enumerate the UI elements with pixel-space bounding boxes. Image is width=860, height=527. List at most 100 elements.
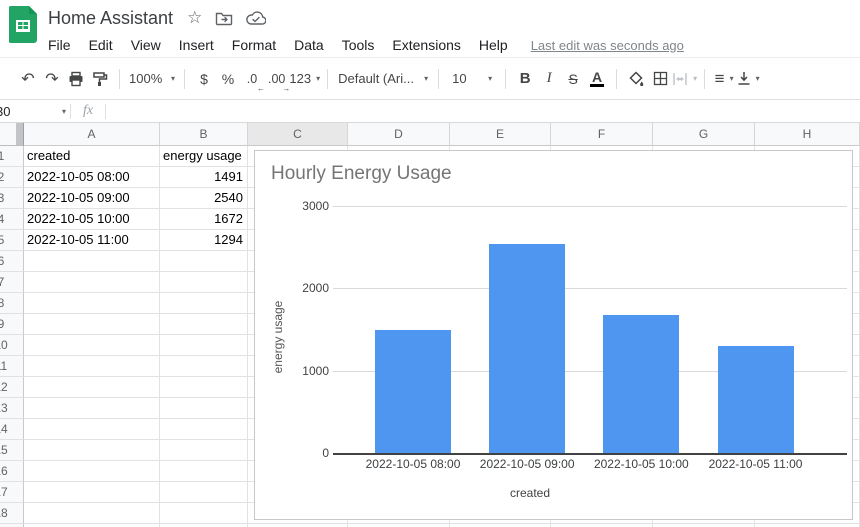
row-header-14[interactable]: 14 bbox=[0, 419, 24, 440]
cell-B12[interactable] bbox=[160, 377, 248, 398]
cell-A5[interactable]: 2022-10-05 11:00 bbox=[24, 230, 160, 251]
cell-A3[interactable]: 2022-10-05 09:00 bbox=[24, 188, 160, 209]
row-header-2[interactable]: 2 bbox=[0, 167, 24, 188]
cell-A15[interactable] bbox=[24, 440, 160, 461]
row-header-12[interactable]: 12 bbox=[0, 377, 24, 398]
cell-A17[interactable] bbox=[24, 482, 160, 503]
zoom-select[interactable]: 100%▾ bbox=[127, 66, 177, 92]
select-all-corner[interactable] bbox=[0, 123, 24, 146]
row-header-4[interactable]: 4 bbox=[0, 209, 24, 230]
vertical-align-button[interactable]: ▾ bbox=[736, 66, 760, 92]
borders-button[interactable] bbox=[648, 66, 672, 92]
cell-B8[interactable] bbox=[160, 293, 248, 314]
column-header-f[interactable]: F bbox=[551, 123, 653, 146]
row-header-16[interactable]: 16 bbox=[0, 461, 24, 482]
cloud-saved-icon[interactable] bbox=[246, 11, 266, 26]
more-formats-button[interactable]: 123▾ bbox=[289, 66, 320, 92]
cell-A11[interactable] bbox=[24, 356, 160, 377]
cell-B5[interactable]: 1294 bbox=[160, 230, 248, 251]
horizontal-align-button[interactable]: ≡▾ bbox=[712, 66, 736, 92]
cell-A18[interactable] bbox=[24, 503, 160, 524]
cell-A13[interactable] bbox=[24, 398, 160, 419]
row-header-6[interactable]: 6 bbox=[0, 251, 24, 272]
cell-B3[interactable]: 2540 bbox=[160, 188, 248, 209]
cell-A8[interactable] bbox=[24, 293, 160, 314]
row-header-5[interactable]: 5 bbox=[0, 230, 24, 251]
column-header-a[interactable]: A bbox=[24, 123, 160, 146]
cell-A10[interactable] bbox=[24, 335, 160, 356]
cell-B9[interactable] bbox=[160, 314, 248, 335]
font-size-select[interactable]: 10▾ bbox=[446, 66, 498, 92]
column-header-g[interactable]: G bbox=[653, 123, 755, 146]
text-color-button[interactable]: A bbox=[585, 66, 609, 92]
star-icon[interactable]: ☆ bbox=[187, 8, 202, 28]
column-header-h[interactable]: H bbox=[755, 123, 860, 146]
cell-B11[interactable] bbox=[160, 356, 248, 377]
cell-B1[interactable]: energy usage bbox=[160, 146, 248, 167]
move-to-folder-icon[interactable] bbox=[215, 10, 233, 26]
paint-format-button[interactable] bbox=[88, 66, 112, 92]
format-currency-button[interactable]: $ bbox=[192, 66, 216, 92]
row-header-13[interactable]: 13 bbox=[0, 398, 24, 419]
cell-B16[interactable] bbox=[160, 461, 248, 482]
row-header-7[interactable]: 7 bbox=[0, 272, 24, 293]
cell-B14[interactable] bbox=[160, 419, 248, 440]
column-header-b[interactable]: B bbox=[160, 123, 248, 146]
cell-A14[interactable] bbox=[24, 419, 160, 440]
cell-A9[interactable] bbox=[24, 314, 160, 335]
menu-view[interactable]: View bbox=[122, 35, 170, 55]
cell-B2[interactable]: 1491 bbox=[160, 167, 248, 188]
font-family-select[interactable]: Default (Ari...▾ bbox=[335, 66, 431, 92]
cell-B6[interactable] bbox=[160, 251, 248, 272]
menu-edit[interactable]: Edit bbox=[80, 35, 122, 55]
cell-B13[interactable] bbox=[160, 398, 248, 419]
row-header-11[interactable]: 11 bbox=[0, 356, 24, 377]
redo-button[interactable]: ↷ bbox=[40, 66, 64, 92]
embedded-chart[interactable]: Hourly Energy Usage energy usage created… bbox=[254, 150, 853, 520]
cell-A2[interactable]: 2022-10-05 08:00 bbox=[24, 167, 160, 188]
decrease-decimal-button[interactable]: .0← bbox=[240, 66, 264, 92]
merge-cells-button[interactable]: ▾ bbox=[672, 66, 697, 92]
bold-button[interactable]: B bbox=[513, 66, 537, 92]
row-header-8[interactable]: 8 bbox=[0, 293, 24, 314]
cell-B18[interactable] bbox=[160, 503, 248, 524]
row-header-17[interactable]: 17 bbox=[0, 482, 24, 503]
menu-data[interactable]: Data bbox=[285, 35, 333, 55]
cell-A7[interactable] bbox=[24, 272, 160, 293]
strikethrough-button[interactable]: S bbox=[561, 66, 585, 92]
cell-A4[interactable]: 2022-10-05 10:00 bbox=[24, 209, 160, 230]
menu-insert[interactable]: Insert bbox=[170, 35, 223, 55]
cell-B17[interactable] bbox=[160, 482, 248, 503]
cell-B4[interactable]: 1672 bbox=[160, 209, 248, 230]
print-button[interactable] bbox=[64, 66, 88, 92]
row-header-10[interactable]: 10 bbox=[0, 335, 24, 356]
menu-tools[interactable]: Tools bbox=[333, 35, 384, 55]
menu-format[interactable]: Format bbox=[223, 35, 285, 55]
increase-decimal-button[interactable]: .00→ bbox=[264, 66, 289, 92]
cell-A6[interactable] bbox=[24, 251, 160, 272]
fill-color-button[interactable] bbox=[624, 66, 648, 92]
formula-input[interactable] bbox=[106, 100, 860, 122]
italic-button[interactable]: I bbox=[537, 66, 561, 92]
name-box[interactable]: 30 ▾ bbox=[0, 100, 70, 122]
cell-B7[interactable] bbox=[160, 272, 248, 293]
cell-A16[interactable] bbox=[24, 461, 160, 482]
menu-extensions[interactable]: Extensions bbox=[383, 35, 469, 55]
menu-file[interactable]: File bbox=[39, 35, 80, 55]
menu-help[interactable]: Help bbox=[470, 35, 517, 55]
document-title[interactable]: Home Assistant bbox=[48, 8, 173, 29]
column-header-c[interactable]: C bbox=[248, 123, 348, 146]
column-header-d[interactable]: D bbox=[348, 123, 450, 146]
cell-A12[interactable] bbox=[24, 377, 160, 398]
cell-B10[interactable] bbox=[160, 335, 248, 356]
cell-B15[interactable] bbox=[160, 440, 248, 461]
row-header-1[interactable]: 1 bbox=[0, 146, 24, 167]
row-header-3[interactable]: 3 bbox=[0, 188, 24, 209]
row-header-18[interactable]: 18 bbox=[0, 503, 24, 524]
last-edit-status[interactable]: Last edit was seconds ago bbox=[531, 38, 684, 53]
row-header-9[interactable]: 9 bbox=[0, 314, 24, 335]
undo-button[interactable]: ↶ bbox=[16, 66, 40, 92]
row-header-15[interactable]: 15 bbox=[0, 440, 24, 461]
sheets-logo-icon[interactable] bbox=[9, 6, 37, 43]
cell-A1[interactable]: created bbox=[24, 146, 160, 167]
